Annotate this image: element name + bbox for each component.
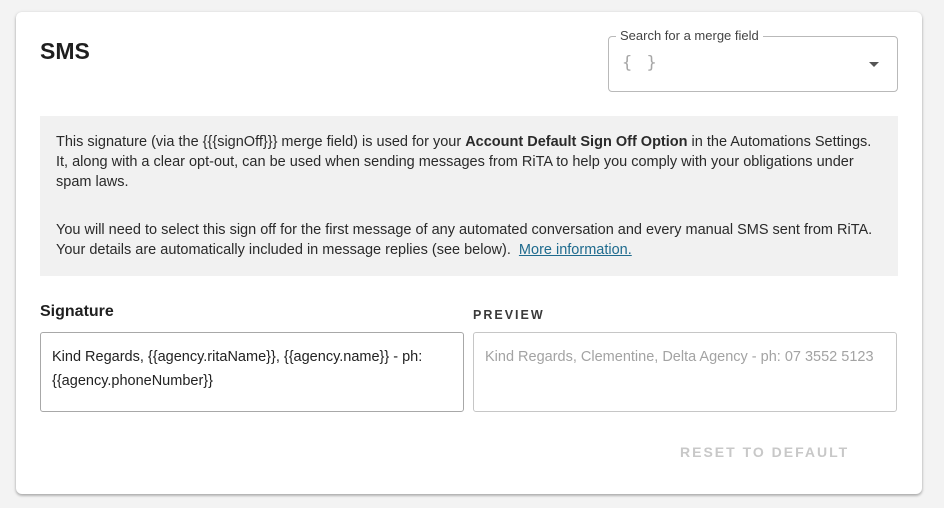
curly-braces-icon: { } <box>622 53 659 73</box>
reset-to-default-button[interactable]: RESET TO DEFAULT <box>666 440 863 464</box>
sms-settings-card: SMS Search for a merge field { } This si… <box>16 12 922 494</box>
merge-field-label: Search for a merge field <box>616 28 763 43</box>
signature-input[interactable]: Kind Regards, {{agency.ritaName}}, {{age… <box>40 332 464 412</box>
signature-label: Signature <box>40 303 114 320</box>
preview-box: Kind Regards, Clementine, Delta Agency -… <box>473 332 897 412</box>
info-paragraph-2: You will need to select this sign off fo… <box>56 220 886 260</box>
info-p1-text: This signature (via the {{{signOff}}} me… <box>56 134 466 150</box>
info-paragraph-1: This signature (via the {{{signOff}}} me… <box>56 132 886 192</box>
section-title: SMS <box>40 38 90 64</box>
info-p2-text: You will need to select this sign off fo… <box>56 222 873 258</box>
info-p1-bold: Account Default Sign Off Option <box>465 134 688 150</box>
preview-label: PREVIEW <box>473 308 545 322</box>
merge-field-select[interactable]: Search for a merge field { } <box>608 28 898 92</box>
info-panel: This signature (via the {{{signOff}}} me… <box>40 116 898 276</box>
more-information-link[interactable]: More information. <box>519 242 632 258</box>
caret-down-icon[interactable] <box>869 62 879 67</box>
